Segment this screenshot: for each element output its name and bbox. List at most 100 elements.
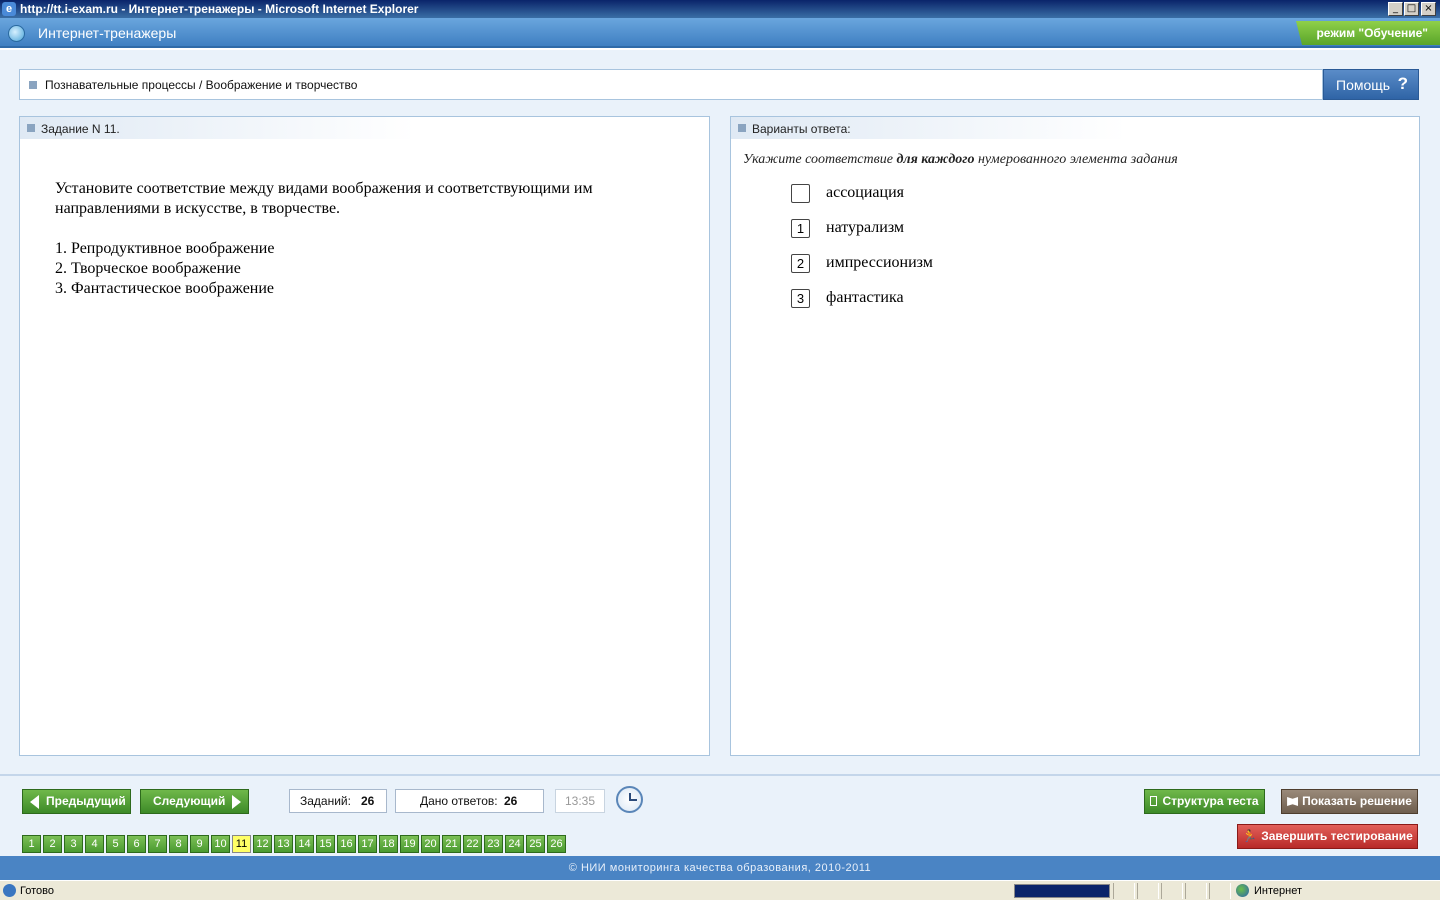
status-text: Готово — [20, 885, 54, 897]
window-title: http://tt.i-exam.ru - Интернет-тренажеры… — [20, 2, 419, 16]
status-cell — [1113, 883, 1135, 899]
finish-label: Завершить тестирование — [1261, 829, 1413, 843]
page-icon — [3, 884, 16, 897]
browser-statusbar: Готово Интернет — [0, 880, 1440, 900]
globe-icon — [1236, 884, 1249, 897]
tasks-count: Заданий: 26 — [289, 789, 387, 813]
task-number-button[interactable]: 17 — [358, 835, 377, 853]
answered-value: 26 — [504, 794, 518, 808]
square-bullet-icon — [738, 124, 746, 132]
answer-number-box[interactable] — [791, 184, 810, 203]
task-number-button[interactable]: 6 — [127, 835, 146, 853]
task-number-button[interactable]: 1 — [22, 835, 41, 853]
task-number-button[interactable]: 8 — [169, 835, 188, 853]
app-logo-icon — [8, 25, 25, 42]
prev-button[interactable]: Предыдущий — [22, 789, 131, 814]
answer-number-box[interactable]: 3 — [791, 289, 810, 308]
status-cell — [1161, 883, 1183, 899]
security-zone: Интернет — [1254, 885, 1302, 897]
answered-count: Дано ответов: 26 — [395, 789, 544, 813]
task-number-button[interactable]: 2 — [43, 835, 62, 853]
instruction-part: нумерованного элемента задания — [974, 152, 1178, 167]
status-cell — [1185, 883, 1207, 899]
task-number-button[interactable]: 16 — [337, 835, 356, 853]
task-number-button[interactable]: 5 — [106, 835, 125, 853]
structure-label: Структура теста — [1162, 794, 1259, 808]
question-text: Установите соответствие между видами воо… — [55, 180, 593, 217]
document-icon — [1150, 796, 1158, 806]
answer-panel: Варианты ответа: Укажите соответствие дл… — [730, 116, 1420, 756]
app-title: Интернет-тренажеры — [38, 25, 177, 41]
square-bullet-icon — [27, 124, 35, 132]
task-number-button[interactable]: 18 — [379, 835, 398, 853]
task-number-button[interactable]: 23 — [484, 835, 503, 853]
task-number-button[interactable]: 24 — [505, 835, 524, 853]
show-solution-label: Показать решение — [1302, 794, 1412, 808]
runner-icon: 🏃 — [1242, 829, 1258, 843]
mode-badge: режим "Обучение" — [1296, 21, 1440, 45]
breadcrumb-text: Познавательные процессы / Воображение и … — [45, 78, 358, 92]
question-item: 2. Творческое воображение — [55, 260, 241, 277]
answer-header: Варианты ответа: — [731, 117, 1126, 139]
answer-label: ассоциация — [826, 184, 905, 201]
task-number-button[interactable]: 14 — [295, 835, 314, 853]
prev-label: Предыдущий — [46, 794, 126, 808]
task-number-button[interactable]: 26 — [547, 835, 566, 853]
breadcrumb: Познавательные процессы / Воображение и … — [19, 69, 1323, 100]
task-number-button[interactable]: 10 — [211, 835, 230, 853]
tasks-value: 26 — [361, 794, 375, 808]
task-number-button[interactable]: 3 — [64, 835, 83, 853]
show-solution-button[interactable]: Показать решение — [1281, 789, 1418, 814]
instruction-part: Укажите соответствие — [743, 152, 897, 167]
answer-label: фантастика — [826, 289, 904, 306]
next-button[interactable]: Следующий — [140, 789, 249, 814]
question-header-text: Задание N 11. — [41, 122, 120, 136]
question-panel: Задание N 11. Установите соответствие ме… — [19, 116, 710, 756]
arrow-left-icon — [30, 795, 39, 809]
ie-icon: e — [2, 2, 16, 16]
footer-copyright: © НИИ мониторинга качества образования, … — [0, 856, 1440, 880]
task-number-button[interactable]: 25 — [526, 835, 545, 853]
task-number-button[interactable]: 22 — [463, 835, 482, 853]
app-header: Интернет-тренажеры режим "Обучение" — [0, 18, 1440, 48]
task-number-button[interactable]: 9 — [190, 835, 209, 853]
task-number-button[interactable]: 11 — [232, 835, 251, 853]
next-label: Следующий — [153, 794, 226, 808]
timer: 13:35 — [555, 789, 605, 813]
task-number-button[interactable]: 15 — [316, 835, 335, 853]
finish-button[interactable]: 🏃 Завершить тестирование — [1237, 824, 1418, 849]
help-label: Помощь — [1336, 77, 1391, 93]
task-number-button[interactable]: 13 — [274, 835, 293, 853]
status-cell — [1137, 883, 1159, 899]
task-number-button[interactable]: 7 — [148, 835, 167, 853]
answer-number-box[interactable]: 1 — [791, 219, 810, 238]
progress-bar — [1014, 884, 1110, 898]
question-items: 1. Репродуктивное воображение 2. Творчес… — [55, 239, 695, 299]
question-item: 3. Фантастическое воображение — [55, 280, 275, 297]
task-number-button[interactable]: 19 — [400, 835, 419, 853]
task-number-button[interactable]: 12 — [253, 835, 272, 853]
answer-header-text: Варианты ответа: — [752, 122, 851, 136]
maximize-button[interactable]: □ — [1404, 2, 1419, 16]
task-number-button[interactable]: 4 — [85, 835, 104, 853]
square-bullet-icon — [29, 81, 37, 89]
status-cell — [1209, 883, 1231, 899]
answer-instruction: Укажите соответствие для каждого нумеров… — [743, 152, 1178, 168]
answer-label: импрессионизм — [826, 254, 933, 271]
answer-number-box[interactable]: 2 — [791, 254, 810, 273]
clock-icon — [616, 786, 643, 813]
structure-button[interactable]: Структура теста — [1144, 789, 1265, 814]
help-button[interactable]: Помощь ? — [1323, 69, 1419, 100]
question-body: Установите соответствие между видами воо… — [55, 179, 695, 299]
tasks-label: Заданий: — [300, 794, 351, 808]
close-button[interactable]: × — [1421, 2, 1436, 16]
task-number-button[interactable]: 21 — [442, 835, 461, 853]
task-number-button[interactable]: 20 — [421, 835, 440, 853]
window-titlebar: e http://tt.i-exam.ru - Интернет-тренаже… — [0, 0, 1440, 18]
arrow-right-icon — [232, 795, 241, 809]
question-item: 1. Репродуктивное воображение — [55, 240, 275, 257]
question-header: Задание N 11. — [20, 117, 415, 139]
answered-label: Дано ответов: — [420, 794, 498, 808]
answer-label: натурализм — [826, 219, 905, 236]
minimize-button[interactable]: _ — [1388, 2, 1403, 16]
